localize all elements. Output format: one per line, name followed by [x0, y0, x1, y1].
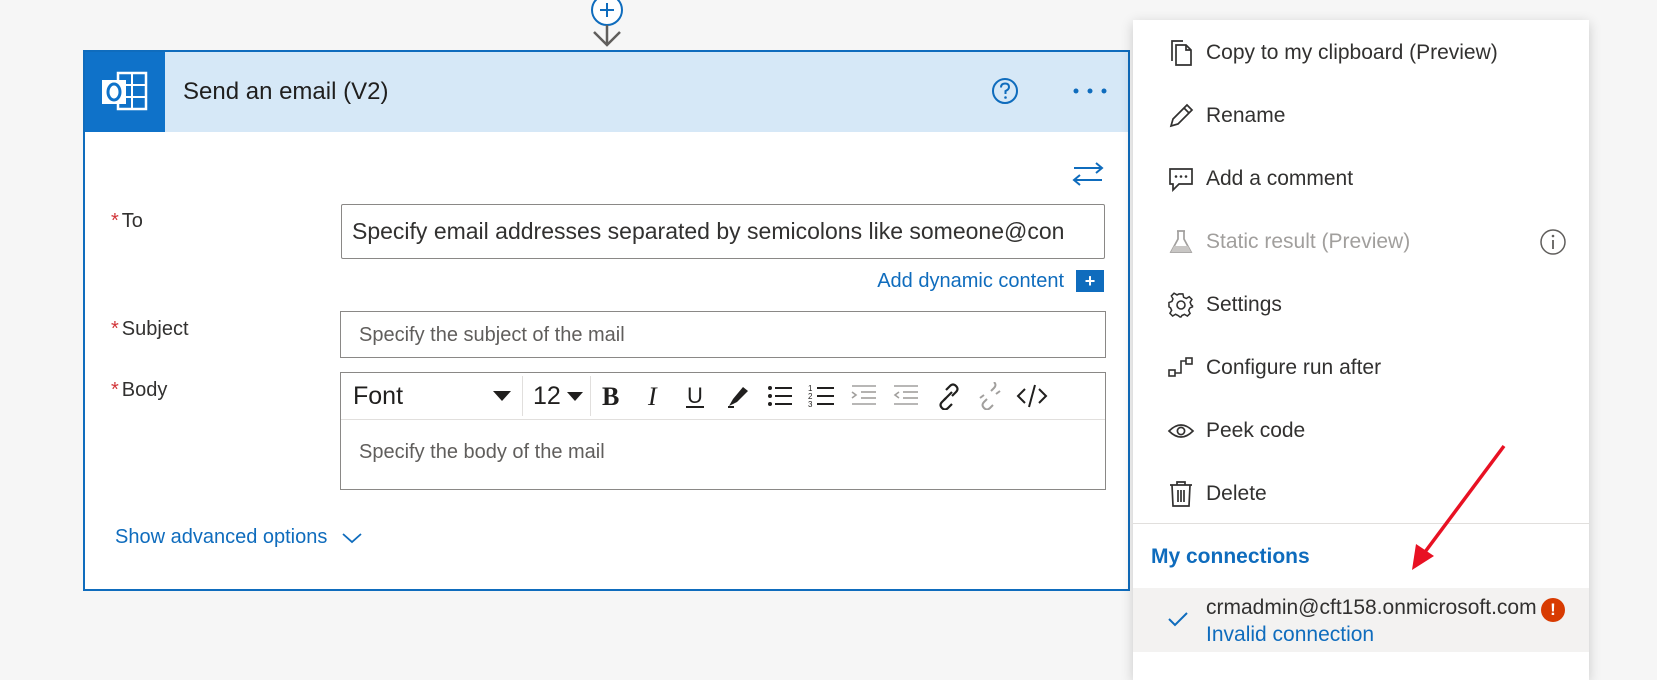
insert-link-button[interactable]	[927, 376, 969, 416]
subject-label-text: Subject	[121, 318, 189, 340]
menu-item-label: Delete	[1206, 482, 1267, 505]
more-options-icon[interactable]	[1070, 76, 1110, 106]
numbered-list-button[interactable]: 1 2 3	[801, 376, 843, 416]
decrease-indent-icon	[851, 385, 876, 405]
gear-icon	[1167, 291, 1195, 319]
code-icon	[1016, 384, 1048, 408]
svg-text:U: U	[687, 383, 703, 408]
svg-text:I: I	[647, 383, 658, 409]
subject-input[interactable]: Specify the subject of the mail	[340, 311, 1106, 358]
invalid-connection-link[interactable]: Invalid connection	[1206, 623, 1374, 647]
font-size-dropdown[interactable]: 12	[523, 376, 591, 416]
chevron-down-icon	[342, 532, 362, 543]
menu-item-label: Static result (Preview)	[1206, 230, 1411, 253]
font-family-value: Font	[353, 381, 404, 410]
body-label-text: Body	[121, 379, 168, 401]
connection-item[interactable]: crmadmin@cft158.onmicrosoft.com Invalid …	[1133, 588, 1589, 652]
menu-item-label: Add a comment	[1206, 167, 1354, 190]
menu-item-peek-code[interactable]: Peek code	[1133, 403, 1589, 459]
menu-item-add-comment[interactable]: Add a comment	[1133, 151, 1589, 207]
comment-icon	[1167, 165, 1195, 193]
required-mark: *	[111, 318, 119, 340]
card-header[interactable]: Send an email (V2)	[85, 52, 1128, 132]
code-view-button[interactable]	[1011, 376, 1053, 416]
eye-icon	[1167, 417, 1195, 445]
my-connections-heading: My connections	[1151, 545, 1310, 568]
add-dynamic-content-button[interactable]: +	[1076, 270, 1104, 292]
run-after-icon	[1167, 354, 1195, 382]
trash-icon	[1167, 480, 1195, 508]
numbered-list-icon: 1 2 3	[808, 384, 834, 409]
body-placeholder: Specify the body of the mail	[359, 441, 605, 463]
decrease-indent-button[interactable]	[843, 376, 885, 416]
italic-icon: I	[647, 383, 658, 409]
menu-item-rename[interactable]: Rename	[1133, 88, 1589, 144]
menu-divider	[1133, 523, 1589, 524]
increase-indent-button[interactable]	[885, 376, 927, 416]
show-advanced-options-link[interactable]: Show advanced options	[115, 526, 363, 549]
warning-icon: !	[1541, 598, 1565, 622]
to-label-text: To	[121, 210, 143, 232]
to-input[interactable]: Specify email addresses separated by sem…	[341, 204, 1105, 259]
svg-text:B: B	[602, 383, 619, 409]
unlink-icon	[979, 382, 1001, 410]
link-icon	[939, 383, 959, 410]
menu-item-copy-to-clipboard[interactable]: Copy to my clipboard (Preview)	[1133, 25, 1589, 81]
menu-item-label: Rename	[1206, 104, 1286, 127]
svg-text:3: 3	[808, 400, 813, 409]
swap-icon[interactable]	[1070, 160, 1106, 188]
to-label: * To	[111, 210, 143, 233]
bold-icon: B	[602, 383, 619, 409]
connection-account: crmadmin@cft158.onmicrosoft.com	[1206, 596, 1537, 619]
check-icon	[1168, 612, 1188, 627]
add-step-connector[interactable]	[590, 0, 624, 50]
info-icon[interactable]	[1539, 228, 1567, 256]
card-title: Send an email (V2)	[183, 78, 389, 105]
clipboard-icon	[1167, 39, 1195, 67]
menu-item-label: Configure run after	[1206, 356, 1382, 379]
body-label: * Body	[111, 379, 167, 402]
action-context-menu: Copy to my clipboard (Preview) Rename Ad…	[1133, 20, 1589, 680]
chevron-down-icon	[567, 391, 583, 401]
chevron-down-icon	[493, 391, 511, 401]
increase-indent-icon	[893, 385, 918, 405]
italic-button[interactable]: I	[633, 376, 675, 416]
flask-icon	[1167, 228, 1195, 256]
font-size-value: 12	[533, 381, 561, 410]
menu-item-static-result: Static result (Preview)	[1133, 214, 1589, 270]
menu-item-label: Copy to my clipboard (Preview)	[1206, 41, 1498, 64]
font-family-dropdown[interactable]: Font	[345, 376, 523, 416]
bold-button[interactable]: B	[591, 376, 633, 416]
underline-button[interactable]: U	[675, 376, 717, 416]
highlight-button[interactable]	[717, 376, 759, 416]
rich-text-toolbar: Font 12 B I U 1 2 3	[341, 373, 1105, 420]
remove-link-button[interactable]	[969, 376, 1011, 416]
menu-item-settings[interactable]: Settings	[1133, 277, 1589, 333]
menu-item-label: Settings	[1206, 293, 1282, 316]
show-advanced-options-label: Show advanced options	[115, 526, 328, 548]
required-mark: *	[111, 379, 119, 401]
help-icon[interactable]	[990, 76, 1020, 106]
body-editor[interactable]: Font 12 B I U 1 2 3 Specify the body of …	[340, 372, 1106, 490]
pencil-icon	[1167, 102, 1195, 130]
menu-item-configure-run-after[interactable]: Configure run after	[1133, 340, 1589, 396]
required-mark: *	[111, 210, 119, 232]
bulleted-list-button[interactable]	[759, 376, 801, 416]
highlighter-icon	[728, 387, 748, 408]
add-dynamic-content-link[interactable]: Add dynamic content	[877, 270, 1064, 293]
bulleted-list-icon	[768, 386, 792, 406]
subject-label: * Subject	[111, 318, 189, 341]
menu-item-delete[interactable]: Delete	[1133, 466, 1589, 522]
outlook-icon	[85, 52, 165, 132]
menu-item-label: Peek code	[1206, 419, 1306, 442]
send-email-card: Send an email (V2) * To Specify email add…	[83, 50, 1130, 591]
underline-icon: U	[686, 383, 704, 408]
